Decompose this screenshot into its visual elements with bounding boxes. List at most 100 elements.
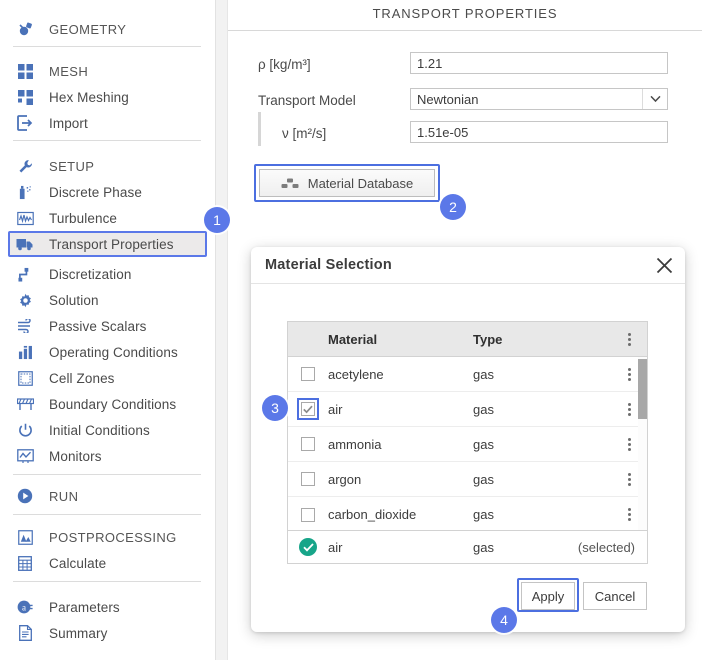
boundary-conditions-icon (15, 394, 35, 414)
sidebar-item-initial-conditions[interactable]: Initial Conditions (8, 417, 207, 443)
kebab-menu-icon (627, 508, 631, 521)
sidebar-item-discrete-phase[interactable]: Discrete Phase (8, 179, 207, 205)
cell-material: acetylene (328, 366, 384, 382)
table-body: acetylene gas air gas ammonia gas argon … (288, 356, 647, 532)
chevron-down-icon[interactable] (642, 89, 667, 109)
close-icon[interactable] (653, 254, 675, 276)
density-input[interactable]: 1.21 (410, 52, 668, 74)
row-checkbox[interactable] (301, 367, 315, 381)
transport-model-select[interactable]: Newtonian (410, 88, 668, 110)
turbulence-icon (15, 208, 35, 228)
row-checkbox-cell[interactable] (288, 398, 328, 420)
sidebar-item-label: Operating Conditions (49, 344, 178, 360)
row-checkbox-cell[interactable] (288, 367, 328, 381)
sidebar-divider (13, 581, 201, 582)
material-selection-dialog: Material Selection Material Type acetyle… (251, 247, 685, 632)
row-checkbox[interactable] (301, 437, 315, 451)
sidebar-item-passive-scalars[interactable]: Passive Scalars (8, 313, 207, 339)
table-scrollbar[interactable] (638, 357, 647, 532)
sidebar-item-monitors[interactable]: Monitors (8, 443, 207, 469)
sidebar-item-transport-properties[interactable]: Transport Properties (8, 231, 207, 257)
table-row[interactable]: carbon_dioxide gas (288, 497, 647, 532)
header-options-button[interactable] (611, 332, 647, 346)
sidebar-item-mesh[interactable]: MESH (8, 58, 207, 84)
sidebar-item-label: Turbulence (49, 210, 118, 226)
sidebar-item-hex-meshing[interactable]: Hex Meshing (8, 84, 207, 110)
table-row[interactable]: air gas (288, 392, 647, 427)
play-icon (15, 486, 35, 506)
table-scrollbar-thumb[interactable] (638, 359, 647, 419)
cell-type: gas (473, 436, 494, 452)
viscosity-input[interactable]: 1.51e-05 (410, 121, 668, 143)
table-header-row: Material Type (288, 322, 647, 356)
cell-material: air (328, 401, 343, 417)
kebab-menu-icon (627, 367, 631, 381)
sidebar-item-parameters[interactable]: a Parameters (8, 594, 207, 620)
bar-chart-icon (15, 342, 35, 362)
sidebar-item-label: Passive Scalars (49, 318, 147, 334)
sidebar-item-solution[interactable]: Solution (8, 287, 207, 313)
nested-field-marker (258, 112, 261, 146)
kebab-menu-icon (627, 402, 631, 416)
table-row[interactable]: ammonia gas (288, 427, 647, 462)
parameters-icon: a (15, 597, 35, 617)
header-cell-material: Material (328, 331, 378, 347)
sidebar-item-label: RUN (49, 488, 79, 504)
sidebar-item-import[interactable]: Import (8, 110, 207, 136)
discretization-icon (15, 264, 35, 284)
dialog-title: Material Selection (265, 257, 392, 273)
panel-gutter (216, 0, 228, 660)
selected-indicator-cell (288, 538, 328, 556)
transport-model-label: Transport Model (258, 93, 356, 108)
table-row[interactable]: acetylene gas (288, 357, 647, 392)
sidebar-item-calculate[interactable]: Calculate (8, 550, 207, 576)
sidebar-item-boundary-conditions[interactable]: Boundary Conditions (8, 391, 207, 417)
apply-button[interactable]: Apply (521, 582, 575, 610)
kebab-menu-icon (627, 332, 631, 346)
cell-zones-icon (15, 368, 35, 388)
selected-material-name: air (328, 539, 343, 555)
passive-scalars-icon (15, 316, 35, 336)
sidebar-item-operating-conditions[interactable]: Operating Conditions (8, 339, 207, 365)
sidebar-item-label: Import (49, 115, 88, 131)
cell-type: gas (473, 471, 494, 487)
row-checkbox-highlight (297, 398, 319, 420)
truck-icon (15, 234, 35, 254)
page-title: TRANSPORT PROPERTIES (372, 6, 558, 21)
transport-model-value: Newtonian (417, 91, 479, 107)
selected-material-row: air gas (selected) (287, 530, 648, 564)
app-root: GEOMETRY MESH Hex Meshing Import SETUP D… (0, 0, 702, 660)
sidebar-item-turbulence[interactable]: Turbulence (8, 205, 207, 231)
step-badge-4: 4 (491, 607, 517, 633)
sidebar-divider (13, 46, 201, 47)
kebab-menu-icon (627, 472, 631, 486)
sidebar-item-run[interactable]: RUN (8, 483, 207, 509)
row-checkbox-cell[interactable] (288, 437, 328, 451)
row-checkbox-checked[interactable] (301, 402, 315, 416)
summary-icon (15, 623, 35, 643)
sidebar-item-cell-zones[interactable]: Cell Zones (8, 365, 207, 391)
cell-material: ammonia (328, 436, 382, 452)
table-row[interactable]: argon gas (288, 462, 647, 497)
material-database-button[interactable]: Material Database (259, 169, 435, 197)
stack-icon (281, 178, 299, 189)
sidebar-item-setup[interactable]: SETUP (8, 153, 207, 179)
sidebar-item-postprocessing[interactable]: POSTPROCESSING (8, 524, 207, 550)
row-checkbox[interactable] (301, 507, 315, 522)
row-checkbox-cell[interactable] (288, 472, 328, 486)
cancel-button[interactable]: Cancel (583, 582, 647, 610)
sidebar-item-label: Transport Properties (49, 236, 174, 252)
sidebar-item-discretization[interactable]: Discretization (8, 261, 207, 287)
row-checkbox[interactable] (301, 472, 315, 486)
power-icon (15, 420, 35, 440)
cell-type: gas (473, 507, 494, 522)
header-cell-type: Type (473, 331, 503, 347)
sidebar-item-geometry[interactable]: GEOMETRY (8, 16, 207, 42)
kebab-menu-icon (627, 437, 631, 451)
row-checkbox-cell[interactable] (288, 507, 328, 522)
sidebar-item-summary[interactable]: Summary (8, 620, 207, 646)
sidebar-item-label: SETUP (49, 158, 95, 174)
sidebar-item-label: Hex Meshing (49, 89, 129, 105)
monitor-icon (15, 446, 35, 466)
title-divider (228, 30, 702, 31)
